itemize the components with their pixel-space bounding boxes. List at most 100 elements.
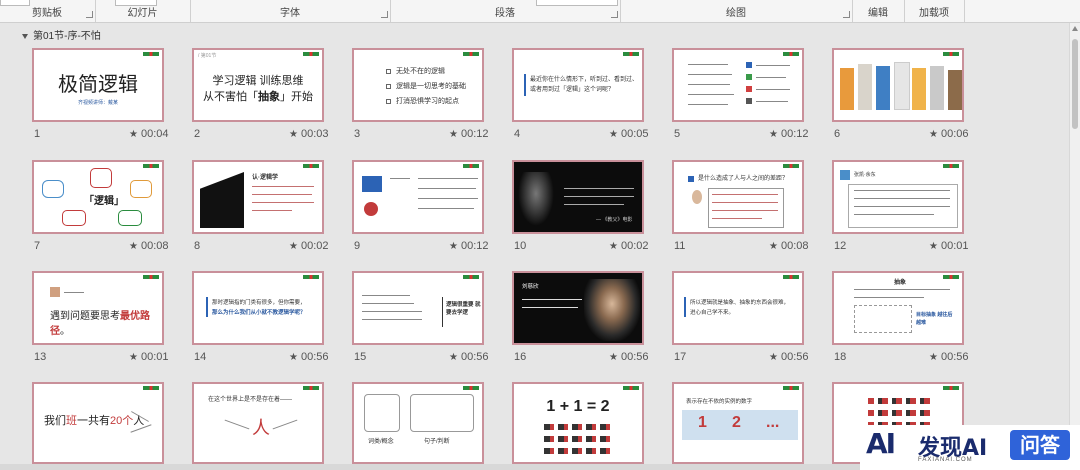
brand-logo-icon: [463, 164, 479, 168]
text-line: [362, 295, 410, 296]
collapse-triangle-icon[interactable]: [22, 33, 28, 39]
bullet-icon: [386, 84, 391, 89]
slide-thumbnail-8[interactable]: 认·逻辑学: [192, 160, 324, 234]
section-header[interactable]: 第01节-序-不怕: [22, 27, 101, 42]
ribbon-group-addins[interactable]: 加载项: [904, 0, 965, 22]
ribbon-group-drawing[interactable]: 绘图: [620, 0, 853, 22]
slide-timing: ★ 00:08: [129, 240, 169, 252]
slide-thumbnail-10[interactable]: — 《教父》电影: [512, 160, 644, 234]
transition-star-icon: ★: [129, 352, 138, 363]
text-line: [854, 206, 950, 207]
slide-number: 3: [354, 128, 361, 140]
question-icon: [688, 176, 694, 182]
slide-thumbnail-1[interactable]: 极简逻辑 齐视频讲师：戴某: [32, 48, 164, 122]
book-cover-image: [876, 66, 890, 110]
slide-thumbnail-15[interactable]: 逻辑很重要 就要去学逻: [352, 271, 484, 345]
slide-thumbnail-18[interactable]: 抽象 目标抽象 越往后越难: [832, 271, 964, 345]
book-cover-image: [912, 68, 926, 110]
brand-logo-icon: [143, 52, 159, 56]
slide-title: 抽象: [894, 280, 907, 286]
transition-star-icon: ★: [129, 129, 138, 140]
text-line: [522, 307, 578, 308]
slide-thumbnail-9[interactable]: [352, 160, 484, 234]
ribbon-group-font[interactable]: 字体: [190, 0, 391, 22]
slide-thumbnail-17[interactable]: 所以逻辑就是抽象、抽象的东西会很难， 进心自己学不来。: [672, 271, 804, 345]
ribbon-group-label: 幻灯片: [127, 8, 158, 19]
slide-thumbnail-6[interactable]: [832, 48, 964, 122]
text-line: [522, 299, 582, 300]
ribbon-group-label: 加载项: [919, 8, 949, 19]
slide-number: 16: [514, 351, 527, 363]
slide-number: 17: [674, 351, 687, 363]
avatar: [50, 287, 60, 297]
slide-thumbnail-4[interactable]: 最近你在什么情形下，听到过、看到过、 或者用到过「逻辑」这个词呢？: [512, 48, 644, 122]
slide-text: 在这个世界上是不是存在着——: [208, 397, 293, 403]
dialog-launcher-icon[interactable]: [611, 11, 618, 18]
slide-thumbnail-11[interactable]: 是什么造成了人与人之间的差距？: [672, 160, 804, 234]
vertical-scrollbar[interactable]: [1069, 23, 1080, 470]
slide-number: 13: [34, 351, 47, 363]
slide-side-text: 逻辑很重要 就要去学逻: [446, 302, 481, 316]
text-line: [854, 214, 934, 215]
slide-number: 11: [674, 240, 686, 252]
brand-logo-icon: [143, 275, 159, 279]
text-line: [756, 77, 786, 78]
slide-thumbnail-22[interactable]: 1 + 1 = 2: [512, 382, 644, 464]
text-line: [688, 84, 730, 85]
slide-thumbnail-3[interactable]: 无处不在的逻辑 逻辑是一切思考的基础 打消恐惧学习的起点: [352, 48, 484, 122]
ribbon-group-label: 剪贴板: [32, 8, 62, 19]
brand-logo-icon: [303, 164, 319, 168]
ribbon-group-slides[interactable]: 幻灯片: [95, 0, 191, 22]
slide-number: 12: [834, 240, 847, 252]
slide-thumbnail-12[interactable]: 张凯·余东: [832, 160, 964, 234]
person-name: 张凯·余东: [854, 172, 876, 178]
slide-thumbnail-20[interactable]: 在这个世界上是不是存在着—— 人: [192, 382, 324, 464]
mindmap-bubble: [42, 180, 64, 198]
text-line: [854, 289, 950, 290]
slide-thumbnail-2[interactable]: / 第01节 学习逻辑 训练思维 从不害怕「抽象」开始: [192, 48, 324, 122]
qa-button[interactable]: 问答: [1010, 430, 1070, 460]
slide-thumbnail-21[interactable]: 词类/概念 句子/判断: [352, 382, 484, 464]
text-line: [564, 204, 624, 205]
slide-thumbnail-5[interactable]: [672, 48, 804, 122]
app-icon: [746, 74, 752, 80]
dialog-launcher-icon[interactable]: [381, 11, 388, 18]
slide-thumbnail-23[interactable]: 表示存在不依的实例的数字 1 2 ...: [672, 382, 804, 464]
ribbon-group-label: 绘图: [726, 8, 746, 19]
slide-center-word: 人: [252, 418, 270, 438]
slide-number: 7: [34, 240, 41, 252]
slide-thumbnail-14[interactable]: 那时逻辑指的门类有很多，但你需要， 那么为什么我们从小就不教逻辑学呢？: [192, 271, 324, 345]
slide-label: 词类/概念: [368, 439, 394, 445]
text-line: [688, 64, 728, 65]
brand-logo-icon: [623, 386, 639, 390]
scrollbar-thumb[interactable]: [1072, 39, 1078, 129]
slide-thumbnail-7[interactable]: 「逻辑」: [32, 160, 164, 234]
brand-logo-icon: [783, 275, 799, 279]
scroll-up-arrow-icon[interactable]: [1072, 26, 1078, 31]
slide-box-text: 目标抽象 越往后越难: [916, 312, 953, 326]
slide-thumbnail-16[interactable]: 刘慈欣: [512, 271, 644, 345]
book-cover-image: [858, 64, 872, 110]
ribbon-group-paragraph[interactable]: 段落: [390, 0, 621, 22]
quote-caption: — 《教父》电影: [596, 217, 633, 223]
slide-timing: ★ 00:03: [289, 128, 329, 140]
transition-star-icon: ★: [609, 352, 618, 363]
text-line: [564, 196, 634, 197]
slide-timing: ★ 00:02: [609, 240, 649, 252]
slide-text: 最近你在什么情形下，听到过、看到过、: [530, 77, 639, 83]
dialog-launcher-icon[interactable]: [843, 11, 850, 18]
text-line: [390, 178, 410, 179]
ribbon-group-clipboard[interactable]: 剪贴板: [0, 0, 96, 22]
brand-logo-icon: [943, 386, 959, 390]
slide-thumbnail-13[interactable]: 遇到问题要思考最优路径。: [32, 271, 164, 345]
slide-thumbnail-19[interactable]: 我们班一共有20个人: [32, 382, 164, 464]
bullet-icon: [386, 99, 391, 104]
slide-text: 或者用到过「逻辑」这个词呢？: [530, 87, 615, 93]
connector-line: [272, 419, 298, 430]
dialog-launcher-icon[interactable]: [86, 11, 93, 18]
slide-timing: ★ 00:56: [929, 351, 969, 363]
ribbon-group-editing[interactable]: 编辑: [852, 0, 905, 22]
transition-star-icon: ★: [769, 129, 778, 140]
transition-star-icon: ★: [929, 352, 938, 363]
slide-timing: ★ 00:02: [289, 240, 329, 252]
